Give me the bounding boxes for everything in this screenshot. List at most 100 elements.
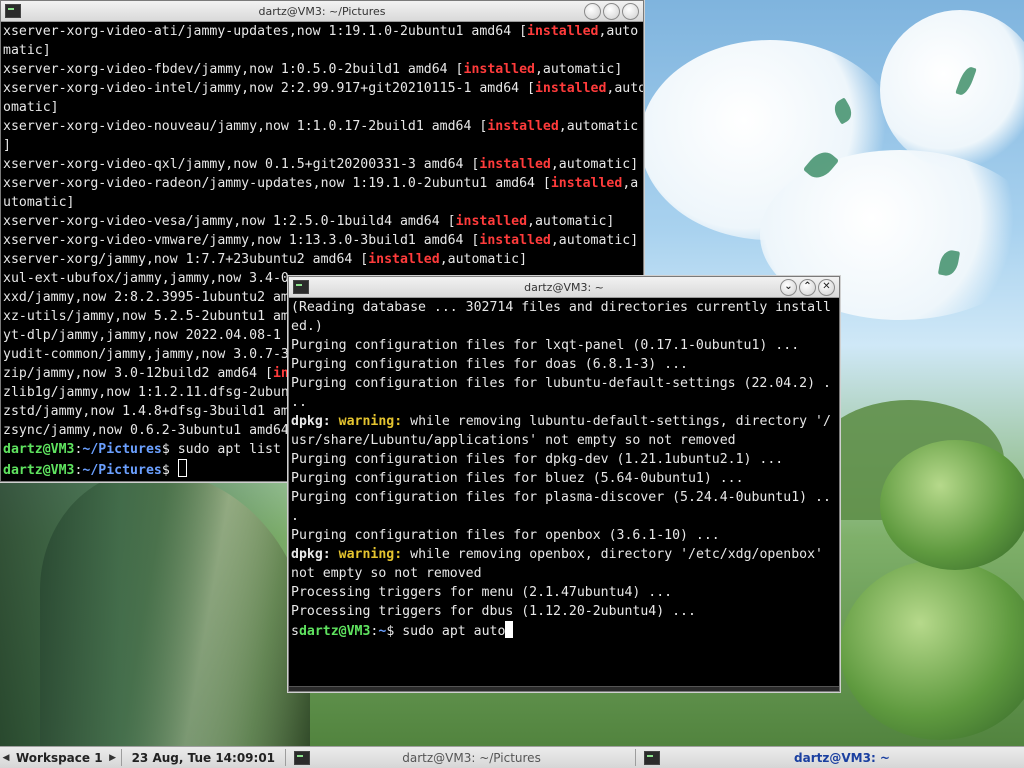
terminal-icon[interactable] xyxy=(5,4,21,18)
clock[interactable]: 23 Aug, Tue 14:09:01 xyxy=(124,751,283,765)
terminal-text: ,auto xyxy=(598,24,639,39)
terminal-text: xserver-xorg-video-vmware/jammy,now 1:13… xyxy=(3,233,480,248)
terminal-text: Purging configuration files for openbox … xyxy=(291,528,720,543)
terminal-text: ~/Pictures xyxy=(82,442,162,457)
terminal-text: in xyxy=(272,366,289,381)
text-cursor xyxy=(505,621,514,638)
terminal-text: installed xyxy=(368,252,440,267)
terminal-text: ,automatic] xyxy=(534,62,623,77)
terminal-text: yudit-common/jammy,jammy,now 3.0.7-3 xyxy=(3,347,289,362)
terminal-line: not empty so not removed xyxy=(291,564,837,583)
separator xyxy=(285,749,287,766)
terminal-line: xserver-xorg-video-fbdev/jammy,now 1:0.5… xyxy=(3,60,641,79)
terminal-line: usr/share/Lubuntu/applications' not empt… xyxy=(291,431,837,450)
close-button[interactable]: ✕ xyxy=(818,279,835,296)
workspace-prev-arrow-icon[interactable]: ◀ xyxy=(0,753,12,763)
terminal-text: xul-ext-ubufox/jammy,jammy,now 3.4-0 xyxy=(3,271,289,286)
terminal-text: $ xyxy=(161,463,178,478)
terminal-text: while removing openbox, directory '/etc/… xyxy=(402,547,823,562)
terminal-text: dartz@VM3 xyxy=(298,624,371,639)
terminal-line: xserver-xorg-video-qxl/jammy,now 0.1.5+g… xyxy=(3,155,641,174)
taskbar-task-pictures[interactable]: dartz@VM3: ~/Pictures xyxy=(288,748,633,767)
terminal-text: installed xyxy=(534,81,607,96)
terminal-text: Purging configuration files for plasma-d… xyxy=(291,490,831,505)
terminal-text: installed xyxy=(550,176,623,191)
terminal-text: warning: xyxy=(338,547,403,562)
terminal-text: (Reading database ... 302714 files and d… xyxy=(291,300,831,315)
terminal-line: Purging configuration files for openbox … xyxy=(291,526,837,545)
terminal-text: Purging configuration files for bluez (5… xyxy=(291,471,744,486)
window-titlebar[interactable]: dartz@VM3: ~/Pictures xyxy=(1,1,643,22)
terminal-line: Purging configuration files for bluez (5… xyxy=(291,469,837,488)
terminal-text: ,a xyxy=(622,176,639,191)
workspace-next-arrow-icon[interactable]: ▶ xyxy=(107,753,119,763)
window-titlebar[interactable]: dartz@VM3: ~ ⌄ ⌃ ✕ xyxy=(289,277,839,298)
wallpaper-cloud xyxy=(880,10,1024,170)
terminal-text: ed.) xyxy=(291,319,323,334)
terminal-text: xxd/jammy,now 2:8.2.3995-1ubuntu2 am xyxy=(3,290,289,305)
terminal-text: warning: xyxy=(338,414,403,429)
terminal-text: ,automatic xyxy=(558,119,639,134)
terminal-text: xz-utils/jammy,now 5.2.5-2ubuntu1 am xyxy=(3,309,289,324)
taskbar-task-home[interactable]: dartz@VM3: ~ xyxy=(638,748,1024,767)
terminal-line: matic] xyxy=(3,41,641,60)
terminal-text: xserver-xorg-video-radeon/jammy-updates,… xyxy=(3,176,551,191)
terminal-icon xyxy=(644,750,661,765)
terminal-window-home[interactable]: dartz@VM3: ~ ⌄ ⌃ ✕ (Reading database ...… xyxy=(288,276,840,692)
terminal-text: Purging configuration files for lubuntu-… xyxy=(291,376,831,391)
terminal-text: ] xyxy=(3,138,11,153)
terminal-text: ,auto xyxy=(606,81,643,96)
terminal-text: xserver-xorg-video-nouveau/jammy,now 1:1… xyxy=(3,119,488,134)
terminal-text: matic] xyxy=(3,43,51,58)
terminal-text: installed xyxy=(487,119,559,134)
terminal-text: xserver-xorg-video-fbdev/jammy,now 1:0.5… xyxy=(3,62,464,77)
task-label: dartz@VM3: ~ xyxy=(794,750,890,765)
window-bottom-border[interactable] xyxy=(289,686,839,691)
terminal-text: ~/Pictures xyxy=(82,463,162,478)
terminal-text: not empty so not removed xyxy=(291,566,482,581)
terminal-line: Processing triggers for menu (2.1.47ubun… xyxy=(291,583,837,602)
terminal-text: zip/jammy,now 3.0-12build2 amd64 [ xyxy=(3,366,273,381)
minimize-button[interactable] xyxy=(584,3,601,20)
terminal-text: Purging configuration files for dpkg-dev… xyxy=(291,452,784,467)
window-title: dartz@VM3: ~ xyxy=(524,280,604,294)
terminal-text: dartz@VM3 xyxy=(3,442,75,457)
window-controls xyxy=(584,3,639,20)
terminal-text: usr/share/Lubuntu/applications' not empt… xyxy=(291,433,736,448)
maximize-button[interactable]: ⌃ xyxy=(799,279,816,296)
terminal-line: Purging configuration files for plasma-d… xyxy=(291,488,837,507)
terminal-text: xserver-xorg-video-ati/jammy-updates,now… xyxy=(3,24,528,39)
terminal-line: (Reading database ... 302714 files and d… xyxy=(291,298,837,317)
terminal-icon[interactable] xyxy=(293,280,309,294)
wallpaper-bush xyxy=(880,440,1024,570)
terminal-text: installed xyxy=(527,24,599,39)
terminal-text: installed xyxy=(479,233,551,248)
terminal-text: omatic] xyxy=(3,100,59,115)
close-button[interactable] xyxy=(622,3,639,20)
terminal-line: xserver-xorg-video-radeon/jammy-updates,… xyxy=(3,174,641,193)
terminal-text: yt-dlp/jammy,jammy,now 2022.04.08-1 xyxy=(3,328,281,343)
taskbar: ◀ Workspace 1 ▶ 23 Aug, Tue 14:09:01 dar… xyxy=(0,746,1024,768)
terminal-line: Purging configuration files for dpkg-dev… xyxy=(291,450,837,469)
terminal-line: Processing triggers for dbus (1.12.20-2u… xyxy=(291,602,837,621)
terminal-line: xserver-xorg-video-nouveau/jammy,now 1:1… xyxy=(3,117,641,136)
terminal-text: installed xyxy=(479,157,551,172)
wallpaper-shade xyxy=(0,480,300,750)
terminal-text: ,automatic] xyxy=(439,252,528,267)
window-controls: ⌄ ⌃ ✕ xyxy=(780,279,835,296)
terminal-line: omatic] xyxy=(3,98,641,117)
terminal-line: Purging configuration files for lxqt-pan… xyxy=(291,336,837,355)
terminal-text: ,automatic] xyxy=(550,233,639,248)
terminal-text: xserver-xorg-video-intel/jammy,now 2:2.9… xyxy=(3,81,535,96)
terminal-text: Purging configuration files for lxqt-pan… xyxy=(291,338,800,353)
terminal-output[interactable]: (Reading database ... 302714 files and d… xyxy=(289,298,839,686)
minimize-button[interactable]: ⌄ xyxy=(780,279,797,296)
maximize-button[interactable] xyxy=(603,3,620,20)
window-title: dartz@VM3: ~/Pictures xyxy=(258,4,386,18)
terminal-text: ,automatic] xyxy=(527,214,615,229)
terminal-line: Purging configuration files for doas (6.… xyxy=(291,355,837,374)
terminal-text: Processing triggers for menu (2.1.47ubun… xyxy=(291,585,673,600)
workspace-label[interactable]: Workspace 1 xyxy=(12,751,107,765)
